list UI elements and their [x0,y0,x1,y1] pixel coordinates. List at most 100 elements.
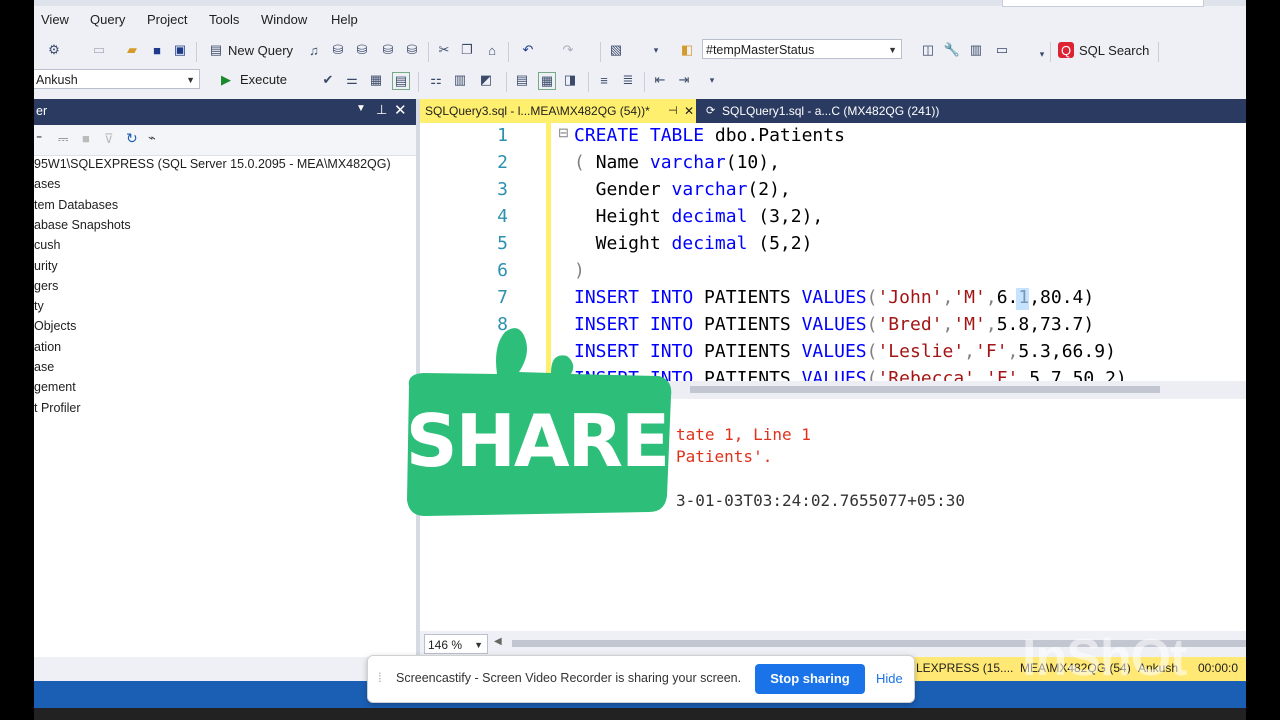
zoom-select[interactable]: 146 % ▼ [424,634,488,654]
right-letterbox [1246,0,1280,720]
undo-icon[interactable]: ↶ [520,42,536,58]
results-to-text-icon[interactable]: ▤ [514,72,530,88]
cut-icon[interactable]: ✂ [436,42,452,58]
tree-node[interactable]: ty [34,299,44,313]
uncomment-icon[interactable]: ≣ [620,72,636,88]
xmla-query-icon[interactable]: ⛁ [354,42,370,58]
line-number: 2 [497,152,508,173]
properties-icon[interactable]: 🔧 [944,42,960,58]
results-grid-icon[interactable]: ▦ [538,72,556,90]
close-icon[interactable]: ✕ [684,99,694,123]
dax-query-icon[interactable]: ⛁ [380,42,396,58]
toolbox-icon[interactable]: ▥ [968,42,984,58]
sql-search-icon[interactable]: Q [1058,42,1074,58]
keyword: VALUES [801,368,867,381]
scroll-thumb[interactable] [690,386,1160,393]
open-file-icon[interactable]: ▭ [91,42,107,58]
query-designer-icon[interactable]: ▦ [368,72,384,88]
collapse-icon[interactable]: ⊟ [558,125,569,141]
copy-icon[interactable]: ❐ [459,42,475,58]
line-number: 4 [497,206,508,227]
client-stats-icon[interactable]: ▥ [452,72,468,88]
redo-icon[interactable]: ↷ [560,42,576,58]
new-query-icon[interactable]: ▤ [208,42,224,58]
chevron-down-icon[interactable]: ▼ [356,103,366,114]
toolbar-options-icon[interactable]: ▾ [704,72,720,88]
title-search-box[interactable] [1002,0,1204,7]
open-folder-icon[interactable]: ▰ [124,42,140,58]
menu-project[interactable]: Project [147,12,187,27]
menu-help[interactable]: Help [331,12,358,27]
live-stats-icon[interactable]: ◩ [478,72,494,88]
dropdown-icon[interactable]: ▾ [648,42,664,58]
menu-view[interactable]: View [41,12,69,27]
database-combo[interactable]: #tempMasterStatus ▼ [702,39,902,59]
separator [428,42,429,62]
line-number: 6 [497,260,508,281]
include-plan-icon[interactable]: ⚏ [428,72,444,88]
code-line-2: ( Name varchar(10), [574,152,780,173]
toolbar-options-icon[interactable]: ▾ [1034,46,1050,62]
command-window-icon[interactable]: ▭ [994,42,1010,58]
db-engine-query-icon[interactable]: ⛁ [404,42,420,58]
code-line-6: ) [574,260,585,281]
menu-query[interactable]: Query [90,12,125,27]
new-project-icon[interactable]: ⚙ [46,42,62,58]
dmx-query-icon[interactable]: ⛁ [330,42,346,58]
tree-node[interactable]: ation [34,340,61,354]
activity-monitor-icon[interactable]: ▧ [608,42,624,58]
sql-search-button[interactable]: SQL Search [1079,43,1149,58]
tree-node[interactable]: t Profiler [34,401,81,415]
tree-node[interactable]: abase Snapshots [34,218,131,232]
tab-sqlquery3[interactable]: SQLQuery3.sql - l...MEA\MX482QG (54))* ⊣… [420,99,696,123]
stop-icon[interactable]: ■ [82,131,90,146]
scroll-left-icon[interactable]: ◀ [494,636,502,647]
taskbar-bottom [34,708,1246,720]
execute-button[interactable]: Execute [240,72,287,87]
mdx-query-icon[interactable]: ♫ [306,42,322,58]
results-to-grid-icon[interactable]: ▤ [392,72,410,90]
stop-sharing-button[interactable]: Stop sharing [755,664,865,694]
save-icon[interactable]: ■ [149,42,165,58]
menu-window[interactable]: Window [261,12,307,27]
refresh-icon[interactable]: ↻ [126,130,138,147]
server-node[interactable]: 95W1\SQLEXPRESS (SQL Server 15.0.2095 - … [34,157,391,171]
tree-node[interactable]: Objects [34,319,76,333]
hide-button[interactable]: Hide [876,664,903,694]
screen-share-notice: ⁞ Screencastify - Screen Video Recorder … [367,655,915,703]
tree-node[interactable]: cush [34,238,60,252]
tree-node[interactable]: gement [34,380,76,394]
tree-node[interactable]: urity [34,259,58,273]
filter-icon[interactable]: ⊽ [104,131,114,147]
numbers: 6.1,80.4) [996,287,1095,308]
save-all-icon[interactable]: ▣ [172,42,188,58]
tree-node[interactable]: ase [34,360,54,374]
pin-icon[interactable]: ⊣ [668,99,678,123]
connect-icon[interactable]: ⁼ [36,132,42,146]
close-icon[interactable]: ✕ [394,101,407,119]
identifier: Weight [574,233,672,254]
new-query-button[interactable]: New Query [228,43,293,58]
object-explorer: er ▼ ⊥ ✕ ⁼ ⎓ ■ ⊽ ↻ ⌁ 95W1\SQLEXPRESS (SQ… [34,99,420,657]
parse-icon[interactable]: ✔ [320,72,336,88]
drag-handle-icon[interactable]: ⁞ [378,670,382,685]
template-explorer-icon[interactable]: ◫ [920,42,936,58]
solution-config-icon[interactable]: ◧ [679,42,695,58]
menu-tools[interactable]: Tools [209,12,239,27]
comment-icon[interactable]: ≡ [596,72,612,88]
tree-node[interactable]: ases [34,177,60,191]
increase-indent-icon[interactable]: ⇥ [676,72,692,88]
disconnect-icon[interactable]: ⎓ [58,131,68,147]
decrease-indent-icon[interactable]: ⇤ [652,72,668,88]
pin-icon[interactable]: ⊥ [376,102,387,118]
execute-icon[interactable]: ▶ [218,72,234,88]
paste-icon[interactable]: ⌂ [484,42,500,58]
line-number: 3 [497,179,508,200]
tab-sqlquery1[interactable]: ⟳ SQLQuery1.sql - a...C (MX482QG (241)) [700,99,990,123]
activity-icon[interactable]: ⌁ [148,130,156,146]
display-plan-icon[interactable]: ⚌ [344,72,360,88]
tree-node[interactable]: gers [34,279,58,293]
available-databases-select[interactable]: Ankush ▼ [34,69,200,89]
tree-node[interactable]: tem Databases [34,198,118,212]
results-to-file-icon[interactable]: ◨ [562,72,578,88]
